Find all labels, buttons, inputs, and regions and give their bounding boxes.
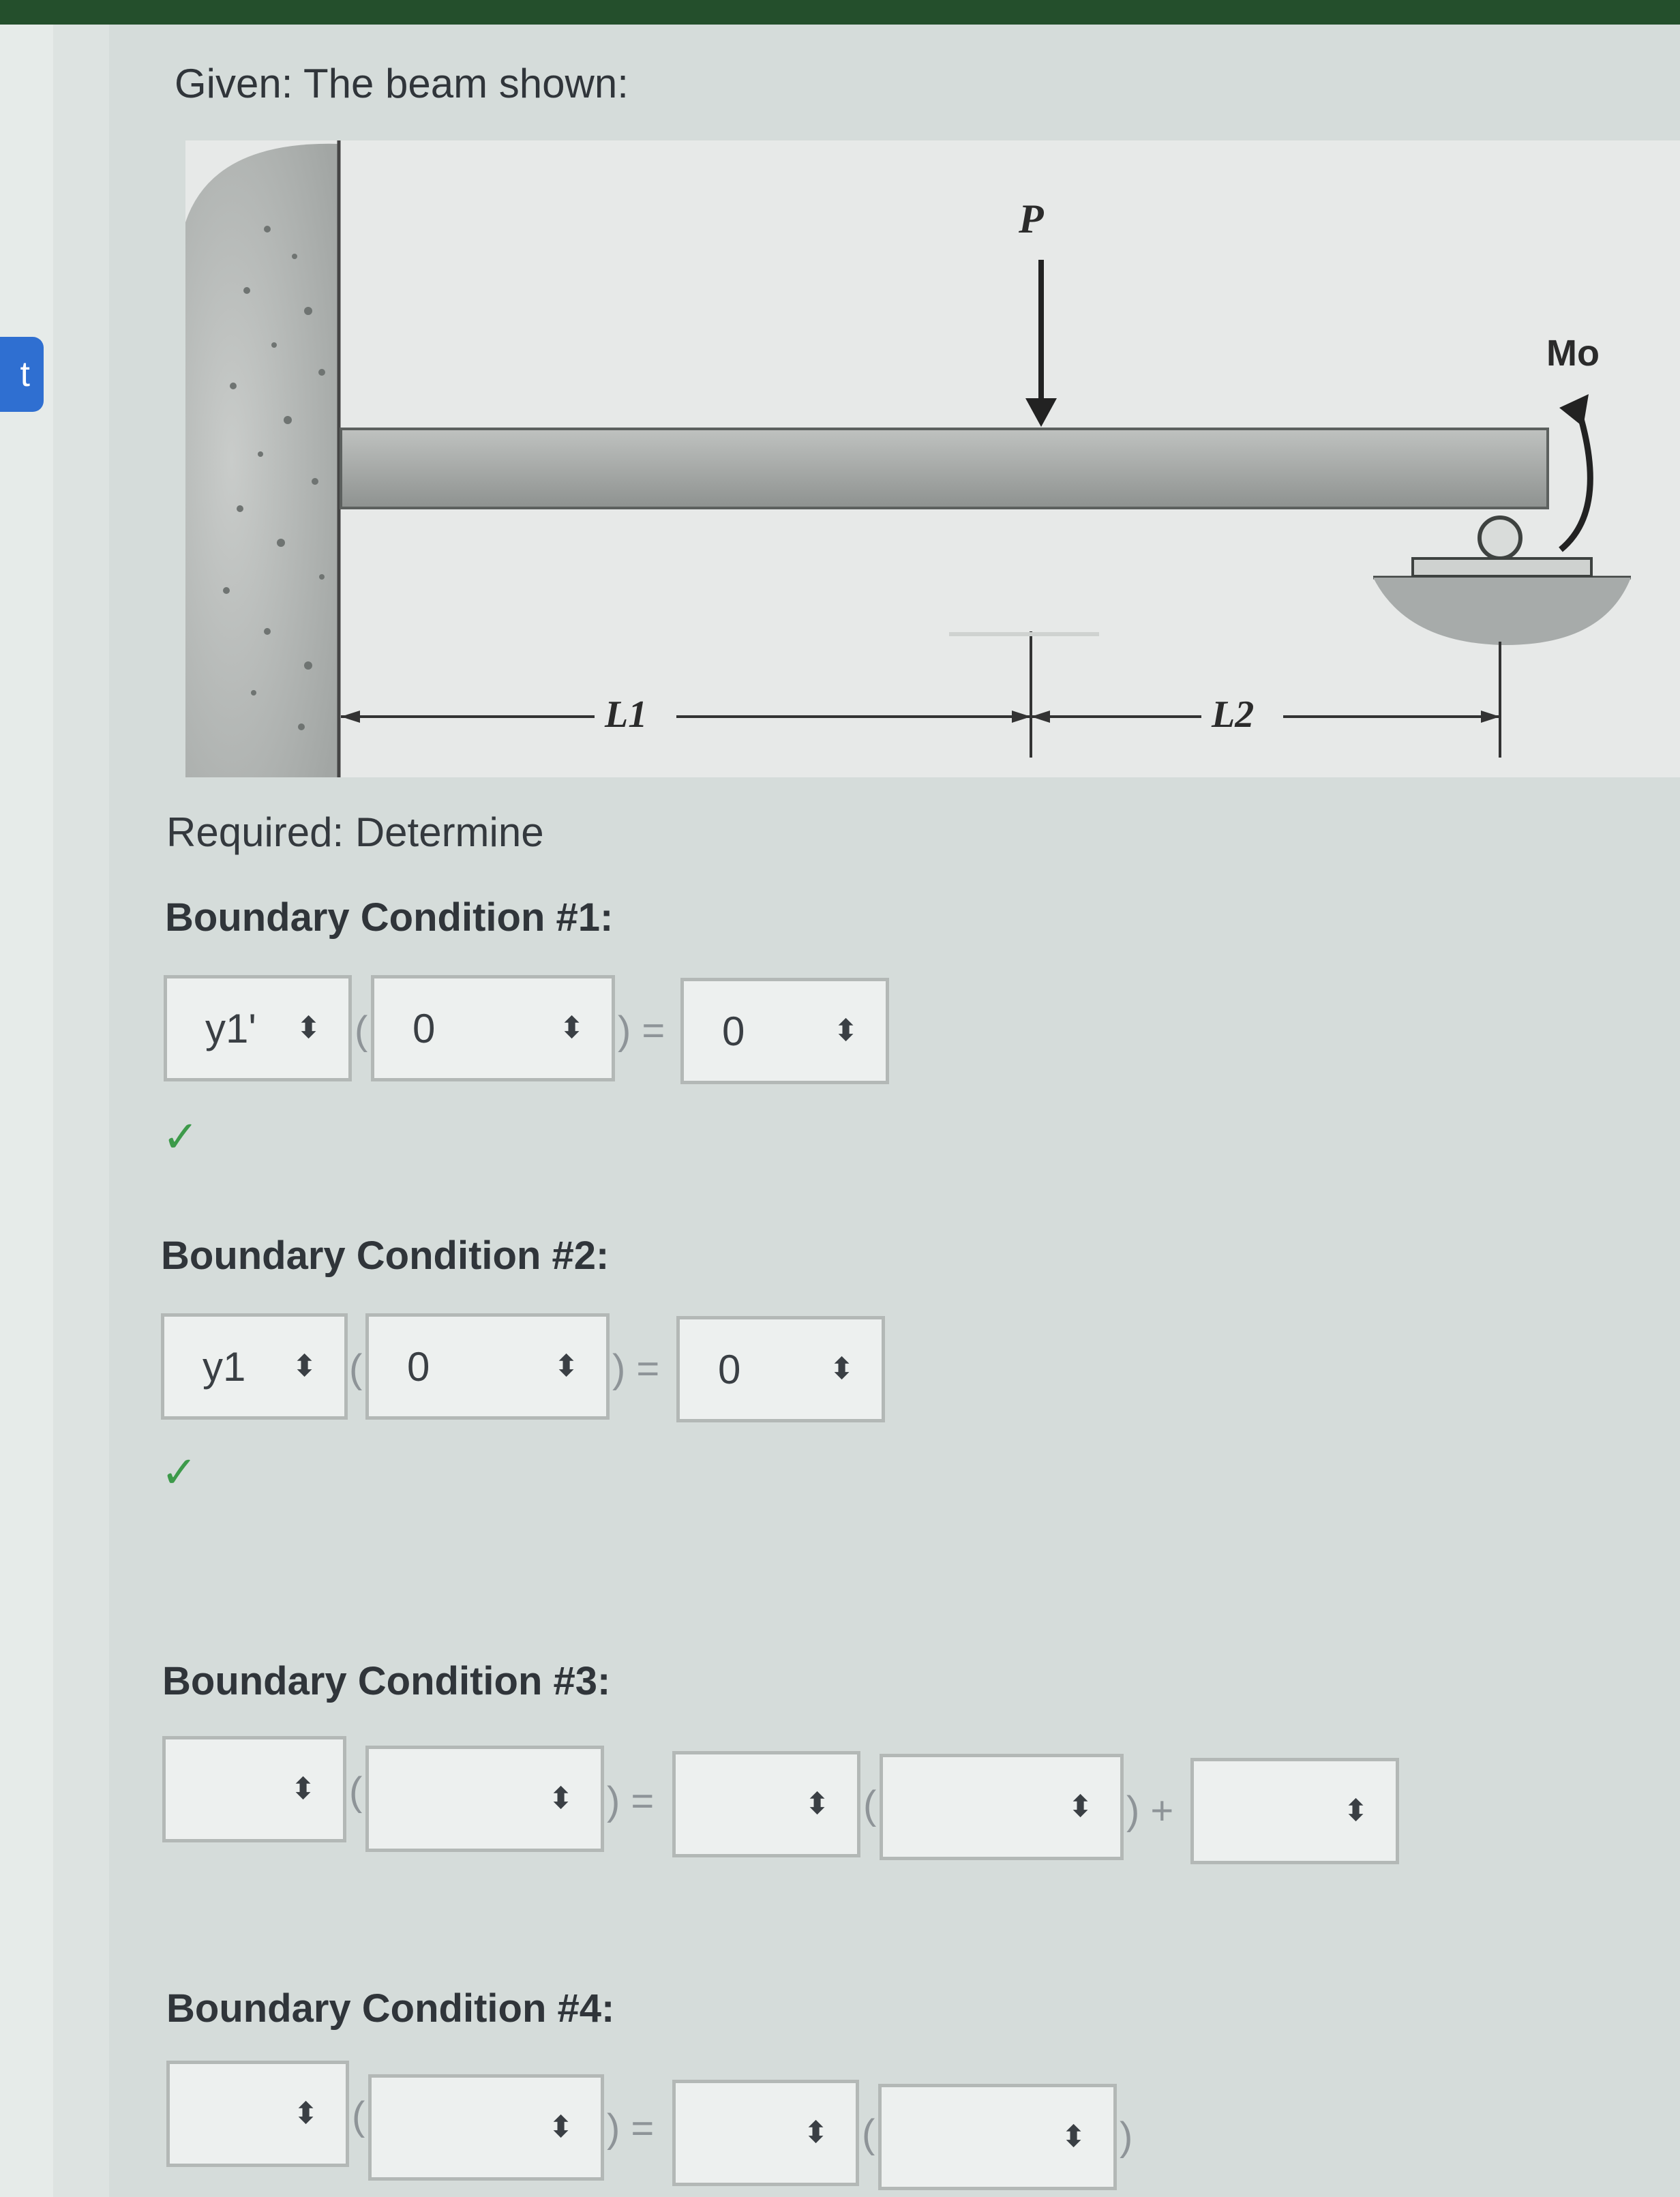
- select-arrows-icon: ⬍: [829, 1352, 854, 1386]
- bc1-function-value: y1': [205, 1005, 256, 1051]
- select-arrows-icon: ⬍: [293, 2097, 318, 2130]
- top-bar: [0, 0, 1680, 25]
- roller-base-plate: [1411, 557, 1593, 578]
- span2-label: L2: [1211, 693, 1254, 736]
- beam-figure: P Mo L1 L2: [185, 140, 1680, 778]
- open-paren: (: [355, 1008, 368, 1053]
- roller-support: [1478, 515, 1522, 561]
- bc3-title: Boundary Condition #3:: [162, 1659, 611, 1703]
- open-paren: (: [349, 1769, 363, 1814]
- bc4-rhs-function-select[interactable]: ⬍: [672, 2080, 859, 2186]
- bc3-constant-select[interactable]: ⬍: [1190, 1758, 1399, 1864]
- beam-diagram: P Mo L1 L2: [185, 140, 1631, 778]
- dimension-arrow-icon: [1481, 711, 1500, 723]
- bc1-rhs-value: 0: [722, 1008, 745, 1054]
- bc2-rhs-select[interactable]: 0 ⬍: [676, 1316, 885, 1422]
- bc1-function-select[interactable]: y1' ⬍: [164, 975, 352, 1081]
- bc2-rhs-value: 0: [718, 1346, 741, 1392]
- bc2-argument-value: 0: [407, 1343, 430, 1390]
- select-arrows-icon: ⬍: [833, 1014, 858, 1047]
- select-arrows-icon: ⬍: [554, 1349, 579, 1383]
- required-text: Required: Determine: [166, 809, 544, 855]
- close-paren-equals: ) =: [607, 1779, 655, 1823]
- select-arrows-icon: ⬍: [548, 2110, 573, 2144]
- bc4-function-select[interactable]: ⬍: [166, 2061, 349, 2167]
- dimension-arrow-icon: [1031, 711, 1050, 723]
- select-arrows-icon: ⬍: [803, 2116, 828, 2149]
- bc2-function-value: y1: [202, 1343, 246, 1390]
- load-arrow-head-icon: [1025, 398, 1057, 427]
- bc2-correct-check-icon: ✓: [161, 1448, 198, 1497]
- side-tab-label: t: [20, 355, 30, 394]
- bc4-title: Boundary Condition #4:: [166, 1986, 615, 2031]
- bc1-title: Boundary Condition #1:: [165, 895, 614, 940]
- open-paren: (: [863, 1783, 877, 1827]
- select-arrows-icon: ⬍: [559, 1011, 584, 1045]
- select-arrows-icon: ⬍: [292, 1349, 317, 1383]
- bc3-rhs-argument-select[interactable]: ⬍: [880, 1754, 1124, 1860]
- span1-label: L1: [604, 693, 647, 736]
- bc3-rhs-function-select[interactable]: ⬍: [672, 1751, 860, 1857]
- close-paren: ): [1120, 2114, 1133, 2159]
- dimension-arrow-icon: [1012, 711, 1031, 723]
- select-arrows-icon: ⬍: [290, 1772, 316, 1806]
- bc2-argument-select[interactable]: 0 ⬍: [365, 1313, 610, 1420]
- wall-support: [185, 143, 339, 778]
- open-paren: (: [349, 1347, 363, 1391]
- bc1-correct-check-icon: ✓: [162, 1112, 199, 1161]
- select-arrows-icon: ⬍: [1343, 1794, 1368, 1827]
- bc1-argument-select[interactable]: 0 ⬍: [371, 975, 615, 1081]
- bc2-function-select[interactable]: y1 ⬍: [161, 1313, 348, 1420]
- select-arrows-icon: ⬍: [296, 1011, 321, 1045]
- bc3-argument-select[interactable]: ⬍: [365, 1746, 604, 1852]
- left-sidebar: t: [0, 25, 109, 2197]
- select-arrows-icon: ⬍: [805, 1787, 830, 1821]
- bc4-rhs-argument-select[interactable]: ⬍: [878, 2084, 1117, 2190]
- ground-shading: [1373, 578, 1631, 646]
- bc2-title: Boundary Condition #2:: [161, 1234, 610, 1278]
- select-arrows-icon: ⬍: [548, 1782, 573, 1815]
- close-paren-plus: ) +: [1126, 1789, 1174, 1833]
- moment-label: Mo: [1546, 333, 1600, 374]
- given-text: Given: The beam shown:: [175, 61, 629, 106]
- select-arrows-icon: ⬍: [1061, 2120, 1086, 2153]
- select-arrows-icon: ⬍: [1068, 1790, 1093, 1823]
- open-paren: (: [862, 2112, 875, 2156]
- bc1-argument-value: 0: [412, 1005, 436, 1051]
- close-paren-equals: ) =: [618, 1008, 665, 1053]
- dimension-arrow-icon: [341, 711, 360, 723]
- close-paren-equals: ) =: [607, 2106, 655, 2151]
- bc1-rhs-select[interactable]: 0 ⬍: [680, 978, 889, 1084]
- side-tab-button[interactable]: t: [0, 337, 44, 412]
- moment-arc: [1559, 402, 1593, 552]
- open-paren: (: [352, 2094, 365, 2138]
- bc4-argument-select[interactable]: ⬍: [368, 2074, 604, 2181]
- beam: [340, 428, 1549, 509]
- load-label: P: [1018, 196, 1045, 241]
- bc3-function-select[interactable]: ⬍: [162, 1736, 346, 1842]
- close-paren-equals: ) =: [612, 1347, 660, 1391]
